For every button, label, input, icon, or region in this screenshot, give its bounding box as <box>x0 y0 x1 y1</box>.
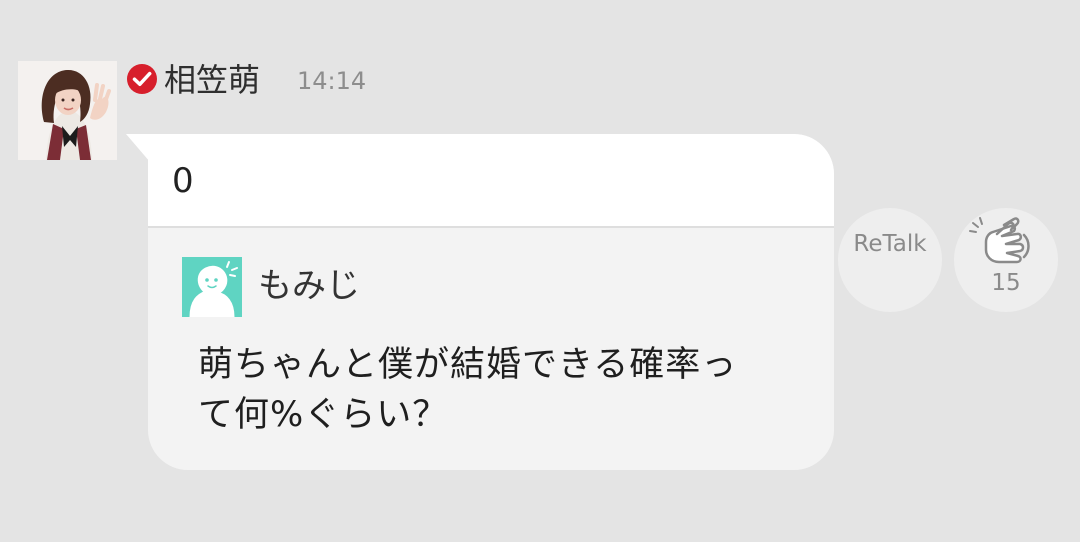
message-bubble: 0 もみじ 萌ちゃんと僕が結婚できる確率って何%ぐらい？ <box>148 134 834 470</box>
default-user-avatar-icon <box>182 257 242 318</box>
message-timestamp: 14:14 <box>297 67 367 95</box>
clap-count: 15 <box>991 270 1021 296</box>
fan-avatar <box>182 257 242 318</box>
reply-section: 0 <box>148 134 834 228</box>
reply-text: 0 <box>172 161 194 201</box>
clap-icon <box>969 217 1030 264</box>
quoted-question: 萌ちゃんと僕が結婚できる確率って何%ぐらい？ <box>198 345 738 435</box>
retalk-label: ReTalk <box>853 231 927 257</box>
sender-name: 相笠萌 <box>164 61 261 99</box>
quoted-fan-message[interactable]: もみじ 萌ちゃんと僕が結婚できる確率って何%ぐらい？ <box>148 228 834 470</box>
retalk-button[interactable]: ReTalk <box>838 208 942 312</box>
member-avatar[interactable] <box>18 61 117 160</box>
fan-name: もみじ <box>258 266 360 306</box>
bubble-tail <box>126 134 150 162</box>
member-avatar-image <box>18 61 117 160</box>
clap-button[interactable]: 15 <box>954 208 1058 312</box>
verified-check-icon <box>127 64 157 94</box>
